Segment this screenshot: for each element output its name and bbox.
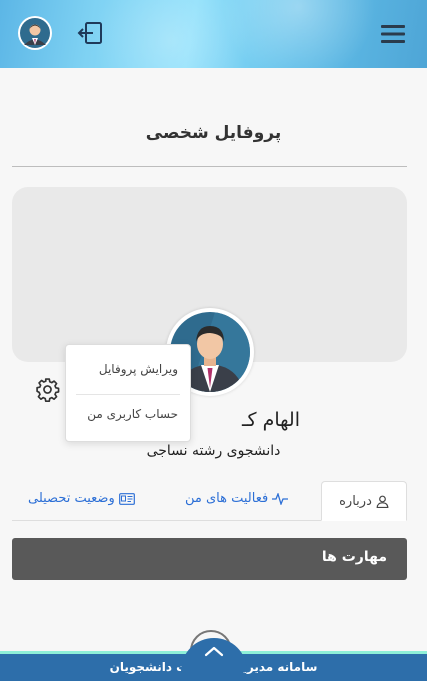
profile-name: الهام کـ	[241, 409, 300, 431]
gear-icon[interactable]	[35, 377, 60, 402]
activity-icon	[272, 492, 289, 505]
title-divider	[12, 166, 407, 167]
tab-my-activities[interactable]: فعالیت های من	[185, 491, 289, 506]
user-avatar-icon[interactable]	[18, 16, 52, 50]
chevron-up-icon	[204, 646, 224, 657]
my-account-menu-item[interactable]: حساب کاربری من	[87, 407, 178, 421]
skills-section-header[interactable]: مهارت ها	[12, 538, 407, 580]
logout-icon[interactable]	[76, 20, 104, 46]
dropdown-divider	[76, 394, 180, 395]
profile-subtitle: دانشجوی رشته نساجی	[146, 443, 281, 459]
tab-academic-status[interactable]: وضعیت تحصیلی	[28, 491, 135, 506]
tab-academic-status-label: وضعیت تحصیلی	[28, 491, 115, 506]
user-icon	[376, 495, 389, 508]
edit-profile-menu-item[interactable]: ویرایش پروفایل	[99, 362, 178, 376]
page-title: پروفایل شخصی	[145, 123, 282, 143]
hamburger-menu-icon[interactable]	[380, 22, 406, 46]
skills-title: مهارت ها	[321, 549, 387, 565]
id-card-icon	[118, 492, 135, 505]
app-header	[0, 0, 427, 68]
tab-about[interactable]: درباره	[321, 481, 407, 521]
tab-my-activities-label: فعالیت های من	[185, 491, 269, 506]
tab-about-label: درباره	[339, 493, 372, 509]
settings-dropdown: ویرایش پروفایل حساب کاربری من	[65, 344, 191, 442]
